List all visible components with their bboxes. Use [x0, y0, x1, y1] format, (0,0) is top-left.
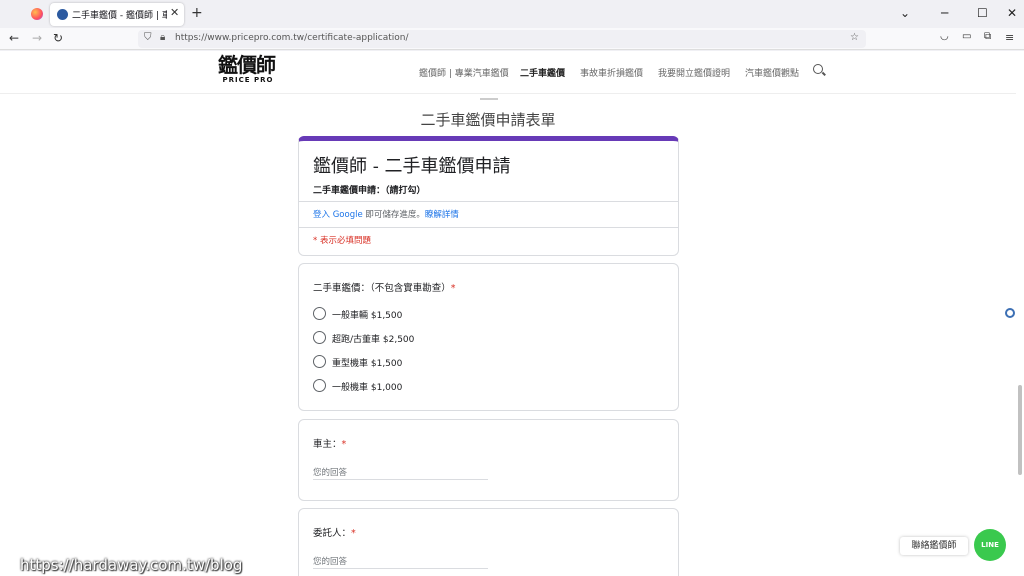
radio-button[interactable]	[313, 379, 326, 392]
close-tab-icon[interactable]: ✕	[170, 6, 179, 19]
back-button[interactable]: ←	[9, 31, 19, 45]
forward-button[interactable]: →	[32, 31, 42, 45]
app-menu-icon[interactable]: ≡	[1005, 31, 1014, 44]
maximize-button[interactable]: ☐	[977, 6, 988, 20]
scroll-indicator-icon[interactable]	[1005, 308, 1015, 318]
tab-title: 二手車鑑價 - 鑑價師 | 車價諮詢	[72, 11, 167, 21]
pocket-icon[interactable]: ◡	[940, 31, 949, 42]
question-label: 二手車鑑價：（不包含實車勘查）*	[313, 280, 456, 294]
client-answer-input[interactable]: 您的回答	[313, 553, 488, 569]
question-label: 委託人：*	[313, 525, 356, 539]
site-logo[interactable]: 鑑價師 PRICE PRO	[218, 54, 286, 88]
new-tab-button[interactable]: +	[191, 5, 203, 21]
watermark: https://hardaway.com.tw/blog	[20, 556, 243, 574]
owner-answer-input[interactable]: 您的回答	[313, 464, 488, 480]
divider	[299, 227, 678, 228]
form-title: 鑑價師 - 二手車鑑價申請	[313, 156, 511, 177]
google-signin-link[interactable]: 登入 Google	[313, 210, 363, 220]
page-scrollbar[interactable]	[1016, 51, 1024, 576]
shield-icon[interactable]: ⛉	[144, 32, 152, 43]
signin-notice: 登入 Google 即可儲存進度。瞭解詳情	[313, 208, 459, 220]
url-text[interactable]: https://www.pricepro.com.tw/certificate-…	[175, 33, 409, 43]
browser-navbar: ← → ↻ ⛉ 🔒︎ https://www.pricepro.com.tw/c…	[0, 28, 1024, 50]
form-description: 二手車鑑價申請：（請打勾）	[313, 186, 426, 196]
list-all-tabs-icon[interactable]: ⌄	[900, 6, 910, 20]
search-icon[interactable]	[813, 64, 823, 74]
signin-text: 即可儲存進度。	[362, 210, 425, 220]
question-text: 二手車鑑價：（不包含實車勘查）	[313, 283, 451, 294]
logo-text: 鑑價師	[218, 53, 276, 77]
learn-more-link[interactable]: 瞭解詳情	[425, 210, 459, 220]
firefox-icon[interactable]	[31, 8, 43, 20]
radio-button[interactable]	[313, 307, 326, 320]
reader-view-icon[interactable]: ▭	[962, 31, 971, 42]
line-chat-button[interactable]: LINE	[974, 529, 1006, 561]
browser-tab-strip: 二手車鑑價 - 鑑價師 | 車價諮詢 ✕ + ⌄ ─ ☐ ✕	[0, 0, 1024, 28]
menu-item-home[interactable]: 鑑價師 | 專業汽車鑑價	[419, 66, 509, 79]
lock-icon[interactable]: 🔒︎	[160, 32, 165, 43]
menu-item-viewpoint[interactable]: 汽車鑑價觀點	[745, 66, 799, 79]
question-text: 委託人：	[313, 528, 352, 539]
menu-item-accident[interactable]: 事故車折損鑑價	[580, 66, 643, 79]
required-asterisk: *	[341, 439, 347, 450]
form-header-card: 鑑價師 - 二手車鑑價申請 二手車鑑價申請：（請打勾） 登入 Google 即可…	[298, 136, 679, 256]
reload-button[interactable]: ↻	[53, 31, 63, 45]
divider	[299, 201, 678, 202]
question-text: 車主：	[313, 439, 342, 450]
radio-label[interactable]: 重型機車 $1,500	[332, 356, 402, 369]
required-asterisk: *	[450, 283, 456, 294]
radio-label[interactable]: 一般機車 $1,000	[332, 380, 402, 393]
minimize-button[interactable]: ─	[941, 6, 948, 20]
page-title: 二手車鑑價申請表單	[420, 111, 556, 129]
question-label: 車主：*	[313, 436, 346, 450]
web-page: 鑑價師 PRICE PRO 鑑價師 | 專業汽車鑑價 二手車鑑價 事故車折損鑑價…	[0, 51, 1024, 576]
radio-label[interactable]: 超跑/古董車 $2,500	[332, 332, 414, 345]
site-favicon-icon	[57, 9, 68, 20]
radio-label[interactable]: 一般車輛 $1,500	[332, 308, 402, 321]
question-card-appraisal-type: 二手車鑑價：（不包含實車勘查）* 一般車輛 $1,500 超跑/古董車 $2,5…	[298, 263, 679, 411]
logo-subtext: PRICE PRO	[222, 76, 274, 84]
close-window-button[interactable]: ✕	[1007, 6, 1017, 20]
required-note: * 表示必填問題	[313, 236, 371, 246]
divider	[480, 98, 498, 100]
question-card-owner: 車主：* 您的回答	[298, 419, 679, 501]
required-asterisk: *	[351, 528, 356, 539]
question-card-client: 委託人：* 您的回答	[298, 508, 679, 576]
menu-item-used-car[interactable]: 二手車鑑價	[520, 66, 565, 79]
radio-button[interactable]	[313, 355, 326, 368]
browser-tab[interactable]: 二手車鑑價 - 鑑價師 | 車價諮詢 ✕	[50, 3, 184, 26]
address-bar[interactable]: ⛉ 🔒︎ https://www.pricepro.com.tw/certifi…	[138, 30, 866, 48]
scrollbar-thumb[interactable]	[1018, 385, 1022, 475]
contact-button[interactable]: 聯絡鑑價師	[900, 537, 968, 555]
radio-button[interactable]	[313, 331, 326, 344]
extensions-icon[interactable]: ⧉	[984, 31, 991, 42]
site-header: 鑑價師 PRICE PRO 鑑價師 | 專業汽車鑑價 二手車鑑價 事故車折損鑑價…	[0, 51, 1016, 94]
bookmark-star-icon[interactable]: ☆	[850, 32, 859, 43]
menu-item-certificate[interactable]: 我要開立鑑價證明	[658, 66, 730, 79]
